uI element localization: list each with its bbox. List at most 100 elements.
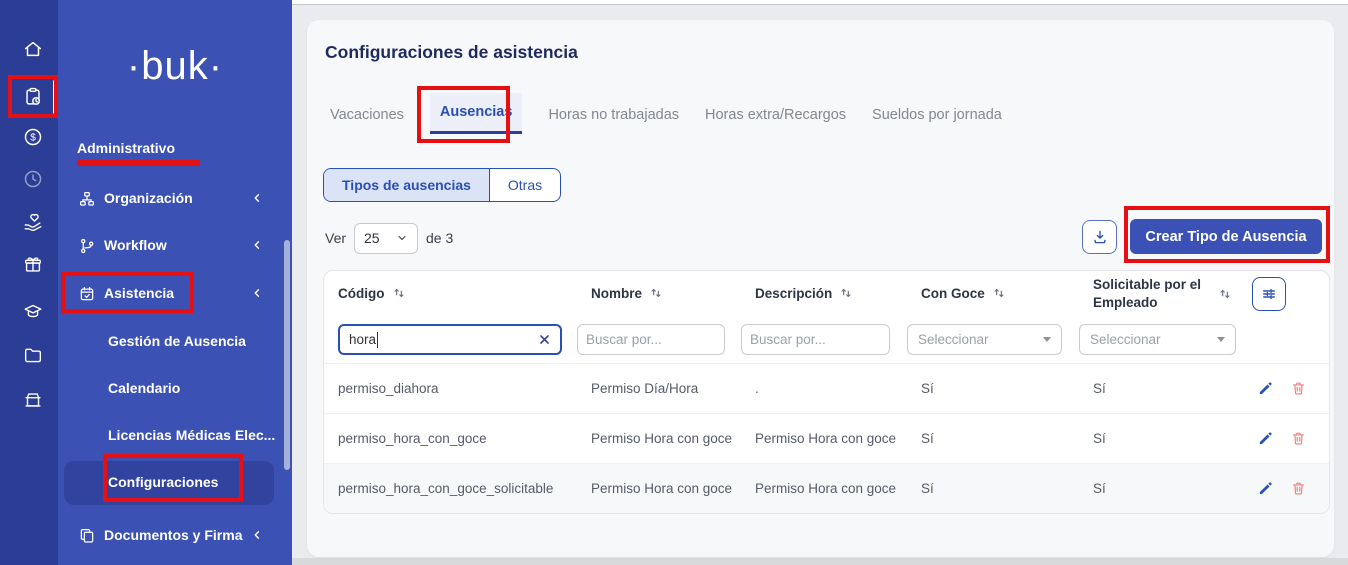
create-tipo-ausencia-button[interactable]: Crear Tipo de Ausencia [1130, 219, 1322, 254]
cell-nombre: Permiso Día/Hora [577, 381, 741, 396]
sidebar-item-gestion-de-ausencia[interactable]: Gestión de Ausencia [58, 324, 292, 360]
chevron-left-icon [250, 238, 264, 252]
tab-horas-extra-recargos[interactable]: Horas extra/Recargos [705, 96, 846, 134]
sliders-icon [1260, 285, 1278, 303]
sidebar-item-licencias-medicas[interactable]: Licencias Médicas Elec... [58, 418, 292, 454]
nombre-filter-input[interactable] [577, 324, 725, 355]
folder-icon[interactable] [21, 343, 45, 367]
ausencias-table: Código Nombre Descripción Con Goce Solic… [323, 270, 1330, 514]
tab-vacaciones[interactable]: Vacaciones [330, 96, 404, 134]
column-settings-button[interactable] [1252, 277, 1286, 311]
content-card: Configuraciones de asistencia Vacaciones… [307, 20, 1334, 557]
gift-icon[interactable] [21, 252, 45, 276]
attendance-clipboard-icon[interactable] [21, 85, 45, 109]
segment-tipos-de-ausencias[interactable]: Tipos de ausencias [324, 169, 489, 201]
sort-icon[interactable] [839, 286, 853, 300]
talent-graduation-icon[interactable] [21, 299, 45, 323]
chevron-down-icon [396, 232, 408, 244]
sidebar-section-label: Administrativo [77, 140, 175, 156]
caret-down-icon [1217, 337, 1225, 342]
sort-icon[interactable] [1218, 287, 1232, 301]
sidebar-scrollbar[interactable] [284, 240, 290, 470]
download-icon [1091, 228, 1109, 246]
table-header-row: Código Nombre Descripción Con Goce Solic… [324, 271, 1329, 316]
tab-sueldos-por-jornada[interactable]: Sueldos por jornada [872, 96, 1002, 134]
sort-icon[interactable] [992, 286, 1006, 300]
top-navbar-edge [292, 0, 1348, 5]
ver-label: Ver [325, 230, 346, 246]
sidebar-item-asistencia[interactable]: Asistencia [58, 276, 292, 312]
codigo-filter-input[interactable]: hora [338, 324, 562, 355]
sort-icon[interactable] [392, 286, 406, 300]
column-header-codigo: Código [324, 285, 577, 303]
org-chart-icon [78, 190, 96, 208]
con-goce-filter-select[interactable]: Seleccionar [907, 324, 1062, 355]
page-title: Configuraciones de asistencia [325, 42, 578, 63]
sidebar-item-organizacion[interactable]: Organización [58, 181, 292, 217]
buk-logo[interactable]: ·buk· [58, 44, 292, 89]
page-size-select[interactable]: 25 [354, 223, 418, 254]
edit-pencil-icon[interactable] [1257, 480, 1274, 497]
sidebar: ·buk· Administrativo Organización Workfl… [58, 0, 292, 565]
benefits-hand-heart-icon[interactable] [21, 210, 45, 234]
cell-descripcion: Permiso Hora con goce [741, 431, 907, 446]
cell-solicitable: Sí [1079, 381, 1241, 396]
cell-con-goce: Sí [907, 431, 1079, 446]
cell-con-goce: Sí [907, 381, 1079, 396]
text-cursor [377, 332, 378, 348]
chevron-left-icon [250, 191, 264, 205]
documents-icon [78, 527, 96, 545]
column-header-descripcion: Descripción [741, 285, 907, 303]
column-header-nombre: Nombre [577, 285, 741, 303]
table-row: permiso_hora_con_goce Permiso Hora con g… [324, 413, 1329, 463]
cell-solicitable: Sí [1079, 431, 1241, 446]
delete-trash-icon[interactable] [1290, 380, 1307, 397]
delete-trash-icon[interactable] [1290, 430, 1307, 447]
download-button[interactable] [1082, 220, 1117, 254]
cell-nombre: Permiso Hora con goce [577, 481, 741, 496]
tab-ausencias[interactable]: Ausencias [430, 93, 523, 134]
cell-nombre: Permiso Hora con goce [577, 431, 741, 446]
solicitable-filter-select[interactable]: Seleccionar [1079, 324, 1236, 355]
time-clock-icon[interactable] [21, 167, 45, 191]
calendar-check-icon [78, 285, 96, 303]
edit-pencil-icon[interactable] [1257, 430, 1274, 447]
segmented-control: Tipos de ausencias Otras [323, 168, 561, 202]
cell-descripcion: . [741, 381, 907, 396]
cell-solicitable: Sí [1079, 481, 1241, 496]
icon-rail: $ [0, 0, 58, 565]
segment-otras[interactable]: Otras [489, 169, 560, 201]
sort-icon[interactable] [649, 286, 663, 300]
column-header-solicitable: Solicitable por el Empleado [1079, 276, 1241, 311]
page-size-row: Ver 25 de 3 [325, 222, 453, 254]
remunerations-icon[interactable]: $ [21, 125, 45, 149]
cell-codigo: permiso_diahora [324, 381, 577, 396]
cell-descripcion: Permiso Hora con goce [741, 481, 907, 496]
chevron-left-icon [250, 528, 264, 542]
home-icon[interactable] [21, 37, 45, 61]
chevron-left-icon [250, 286, 264, 300]
delete-trash-icon[interactable] [1290, 480, 1307, 497]
column-header-con-goce: Con Goce [907, 285, 1079, 303]
caret-down-icon [1043, 337, 1051, 342]
cell-con-goce: Sí [907, 481, 1079, 496]
cell-codigo: permiso_hora_con_goce_solicitable [324, 481, 577, 496]
tab-bar: Vacaciones Ausencias Horas no trabajadas… [330, 92, 1002, 134]
page-size-value: 25 [364, 230, 380, 246]
sidebar-item-configuraciones[interactable]: Configuraciones [64, 461, 274, 505]
edit-pencil-icon[interactable] [1257, 380, 1274, 397]
cell-codigo: permiso_hora_con_goce [324, 431, 577, 446]
workflow-branch-icon [78, 237, 96, 255]
total-label: de 3 [426, 230, 453, 246]
sidebar-item-workflow[interactable]: Workflow [58, 228, 292, 264]
svg-text:$: $ [30, 133, 36, 144]
company-storefront-icon[interactable] [21, 388, 45, 412]
bottom-edge [292, 558, 1348, 565]
tab-horas-no-trabajadas[interactable]: Horas no trabajadas [548, 96, 679, 134]
table-filter-row: hora Seleccionar Seleccionar [324, 316, 1329, 363]
descripcion-filter-input[interactable] [741, 324, 890, 355]
sidebar-item-documentos-y-firma[interactable]: Documentos y Firma [58, 518, 292, 554]
sidebar-item-calendario[interactable]: Calendario [58, 371, 292, 407]
clear-filter-icon[interactable] [538, 333, 551, 346]
table-row: permiso_diahora Permiso Día/Hora . Sí Sí [324, 363, 1329, 413]
